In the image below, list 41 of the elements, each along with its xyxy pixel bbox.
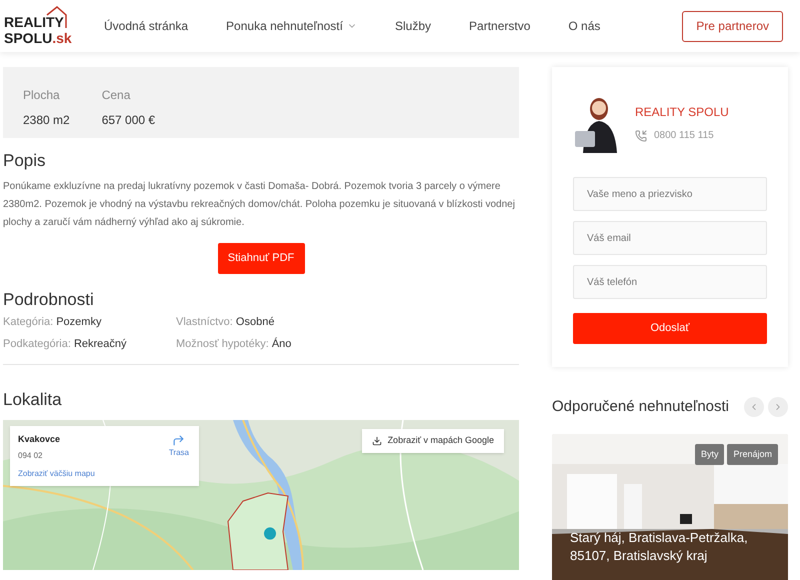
- property-card[interactable]: Byty Prenájom Starý háj, Bratislava-Petržalka, 85107, Bratislavský kraj: [552, 434, 788, 580]
- property-title: Starý háj, Bratislava-Petržalka, 85107, Bratislavský kraj: [570, 528, 749, 564]
- larger-map-link[interactable]: Zobraziť väčšiu mapu: [18, 468, 95, 480]
- nav-link[interactable]: Partnerstvo: [469, 17, 530, 35]
- stat-value: 2380 m2: [23, 112, 70, 129]
- detail-item: Možnosť hypotéky: Áno: [176, 337, 292, 351]
- detail-item: Podkategória: Rekreačný: [3, 337, 128, 351]
- section-heading: Podrobnosti: [3, 290, 95, 310]
- previous-button[interactable]: [744, 397, 764, 418]
- nav-link[interactable]: O nás: [568, 17, 600, 35]
- stat-value: 657 000 €: [102, 112, 156, 129]
- next-button[interactable]: [768, 397, 788, 418]
- open-in-maps-button[interactable]: Zobraziť v mapách Google: [362, 429, 504, 453]
- detail-item: Vlastníctvo: Osobné: [176, 315, 276, 329]
- nav-link[interactable]: Ponuka nehnuteľností: [226, 17, 357, 35]
- phone-number: 0800 115 115: [654, 129, 714, 143]
- category-tag: Prenájom: [727, 444, 778, 465]
- partner-button[interactable]: Pre partnerov: [682, 10, 783, 42]
- map[interactable]: Kvakovce 094 02 Zobraziť väčšiu mapu Trasa Zobraziť v mapách Google: [3, 420, 519, 570]
- directions-link[interactable]: Trasa: [168, 434, 189, 459]
- directions-icon: [172, 434, 186, 447]
- detail-item: Kategória: Pozemky: [3, 315, 102, 329]
- section-heading: Lokalita: [3, 390, 63, 410]
- stat-label: Plocha: [23, 87, 61, 104]
- send-button[interactable]: Odoslať: [573, 313, 767, 344]
- place-title: Kvakovce: [18, 433, 60, 446]
- category-tag: Byty: [694, 444, 724, 465]
- logo[interactable]: REALITY SPOLU.sk: [4, 6, 74, 46]
- section-heading: Odporučené nehnuteľnosti: [552, 397, 730, 417]
- description-text: Ponúkame exkluzívne na predaj lukratívny pozemok v časti Domaša- Dobrá. Pozemok tvoria 3 parcely o výmere 2380m2. Pozemok je vhodný na výstavbu rekreačných domov/chát. Poloha pozemku je situovaná v blízkosti vodnej plochy a zaručí vám nádherný výhľad ako aj súkromie.: [3, 180, 516, 230]
- place-postcode: 094 02: [18, 450, 42, 462]
- download-pdf-button[interactable]: Stiahnuť PDF: [218, 243, 304, 274]
- form-field[interactable]: Váš email: [573, 221, 767, 255]
- form-field[interactable]: Váš telefón: [573, 265, 767, 299]
- phone-icon: [635, 130, 647, 142]
- nav-link[interactable]: Úvodná stránka: [104, 17, 188, 35]
- nav-link[interactable]: Služby: [394, 17, 432, 35]
- company-name: REALITY SPOLU: [635, 104, 729, 121]
- form-field[interactable]: Vaše meno a priezvisko: [573, 177, 767, 211]
- stat-label: Cena: [102, 87, 132, 104]
- section-heading: Popis: [3, 151, 47, 171]
